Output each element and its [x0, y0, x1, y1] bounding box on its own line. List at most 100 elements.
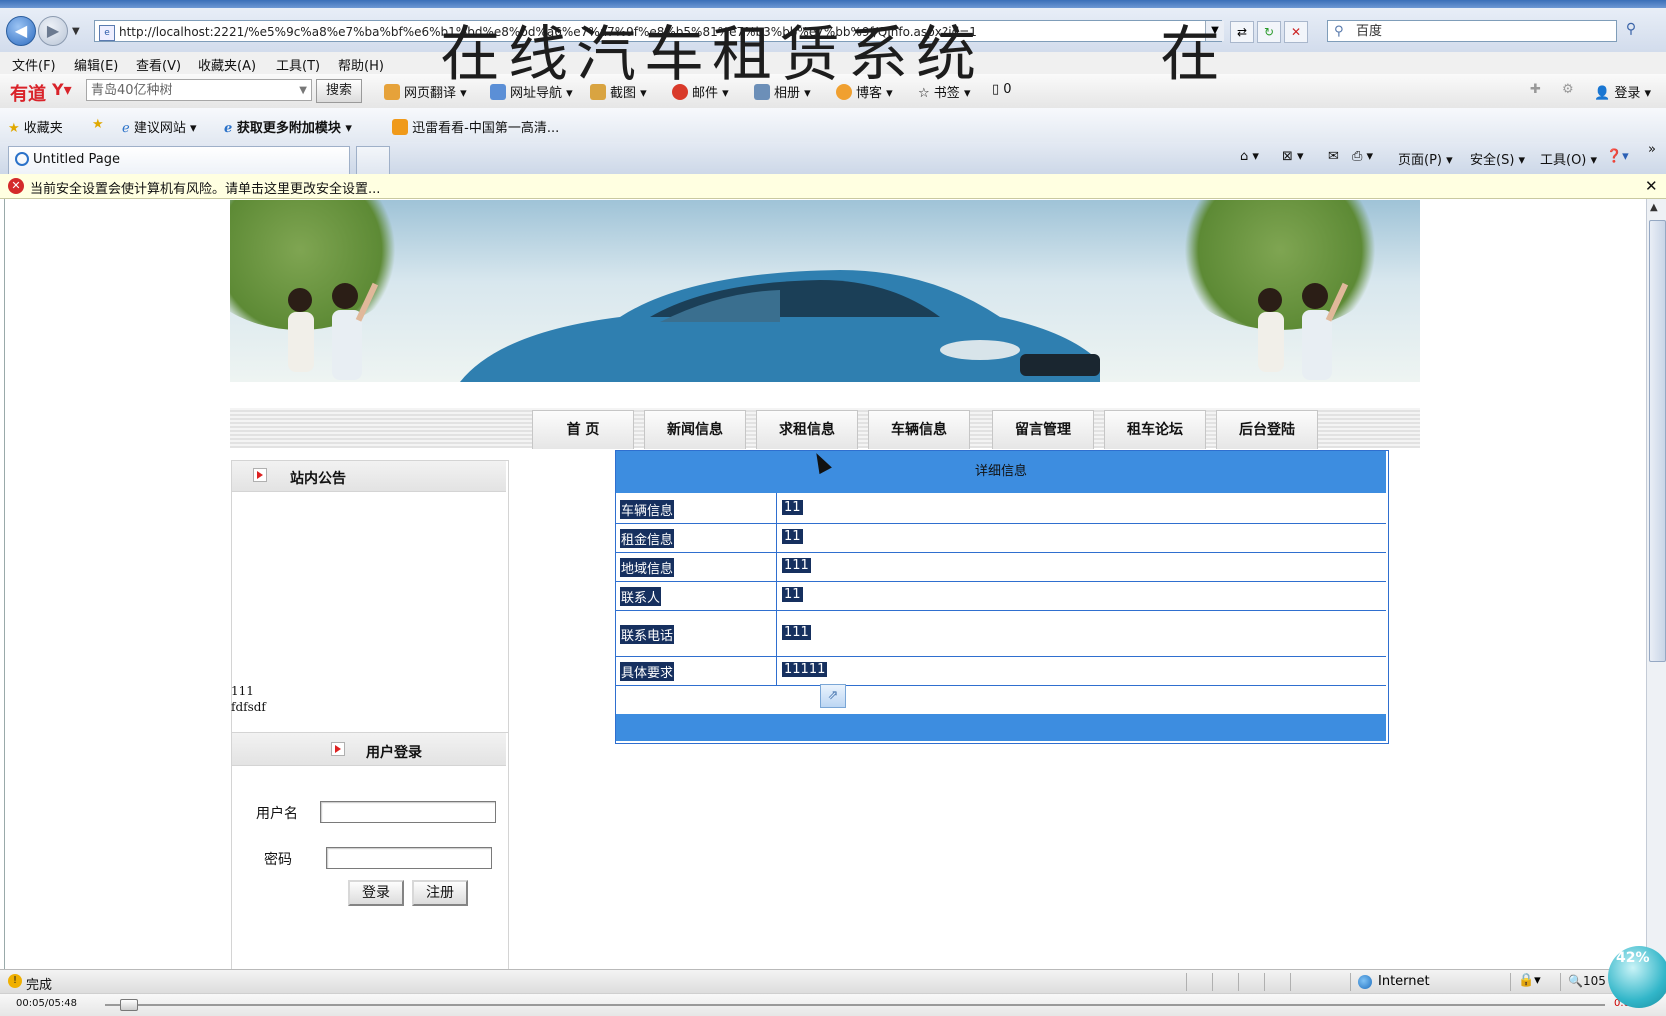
- favorites-bar: ★ 收藏夹 ★ ℯ 建议网站 ▾ ℯ 获取更多附加模块 ▾ 迅雷看看-中国第一高…: [0, 108, 1666, 143]
- youdao-search-input[interactable]: 青岛40亿种树 ▼: [86, 79, 312, 101]
- detail-table-header: 详细信息: [616, 451, 1386, 493]
- fav-suggested-sites[interactable]: ℯ 建议网站 ▾: [122, 117, 197, 136]
- menu-help[interactable]: 帮助(H): [338, 55, 384, 74]
- tab-untitled-page[interactable]: Untitled Page: [8, 146, 350, 174]
- status-divider: [1290, 973, 1291, 991]
- feeds-icon[interactable]: ⊠ ▾: [1282, 149, 1304, 164]
- tools-menu[interactable]: 工具(O) ▾: [1540, 149, 1597, 168]
- arrow-right-icon: [253, 468, 267, 482]
- fav-xunlei[interactable]: 迅雷看看-中国第一高清...: [392, 117, 559, 136]
- vehicle-info-label: 车辆信息: [620, 500, 675, 519]
- zoom-level[interactable]: 🔍105: [1568, 974, 1606, 988]
- stop-icon[interactable]: ✕: [1284, 21, 1308, 43]
- status-divider: [1350, 973, 1351, 991]
- phone-label: 联系电话: [620, 625, 675, 644]
- video-player-bar: 00:05/05:48 0.09K: [0, 993, 1666, 1016]
- security-zone: Internet: [1378, 974, 1430, 989]
- nav-admin-login[interactable]: 后台登陆: [1216, 410, 1318, 449]
- search-go-icon[interactable]: ⚲: [1620, 21, 1642, 41]
- search-input[interactable]: ⚲ 百度: [1327, 20, 1617, 42]
- ie-icon: [15, 152, 29, 166]
- nav-news[interactable]: 新闻信息: [644, 410, 746, 449]
- notice-item[interactable]: 111: [231, 684, 254, 698]
- add-icon[interactable]: ✚: [1530, 82, 1541, 97]
- information-bar[interactable]: ✕ 当前安全设置会使计算机有风险。请单击这里更改安全设置... ✕: [0, 174, 1666, 199]
- xunlei-icon: [392, 119, 408, 135]
- menu-file[interactable]: 文件(F): [12, 55, 56, 74]
- scroll-up-icon[interactable]: ▲: [1650, 202, 1658, 213]
- blue-car-image: [460, 270, 1100, 382]
- chevron-down-icon[interactable]: ▼: [299, 80, 307, 102]
- home-icon[interactable]: ⌂ ▾: [1240, 149, 1259, 164]
- requirements-value: 11111: [782, 662, 828, 677]
- youdao-search-button[interactable]: 搜索: [316, 79, 362, 103]
- banner-title: 在线汽车租赁系统: [440, 20, 984, 90]
- help-icon[interactable]: ❓▾: [1606, 149, 1629, 164]
- external-link-icon[interactable]: ⇗: [820, 684, 846, 708]
- add-favorite-icon[interactable]: ★: [92, 117, 104, 132]
- phone-value: 111: [782, 625, 811, 640]
- favorites-button[interactable]: ★ 收藏夹: [8, 117, 63, 136]
- login-title: 用户登录: [366, 745, 422, 761]
- family-photo: [1258, 282, 1349, 380]
- youdao-logo: 有道: [10, 84, 46, 105]
- username-input[interactable]: [320, 801, 496, 823]
- status-divider: [1238, 973, 1239, 991]
- back-button[interactable]: ◀: [6, 16, 36, 46]
- new-tab-button[interactable]: [356, 146, 390, 175]
- ie-icon: ℯ: [122, 121, 130, 136]
- password-label: 密码: [264, 852, 292, 868]
- youdao-y-icon[interactable]: Y▾: [52, 80, 80, 100]
- menu-view[interactable]: 查看(V): [136, 55, 181, 74]
- seek-handle[interactable]: [120, 999, 138, 1011]
- fav-xunlei-label: 迅雷看看-中国第一高清...: [412, 121, 560, 136]
- mail-icon[interactable]: ✉: [1328, 149, 1339, 164]
- counter-button[interactable]: ▯ 0: [992, 82, 1012, 97]
- fav-get-addons[interactable]: ℯ 获取更多附加模块 ▾: [224, 117, 352, 136]
- nav-rent-requests[interactable]: 求租信息: [756, 410, 858, 449]
- recent-pages-dropdown-icon[interactable]: ▼: [72, 26, 80, 37]
- status-divider: [1510, 973, 1511, 991]
- counter-label: 0: [1003, 82, 1012, 97]
- table-row: [616, 581, 1386, 611]
- more-chevron-icon[interactable]: »: [1648, 142, 1656, 157]
- close-icon[interactable]: ✕: [1645, 177, 1658, 195]
- search-icon: ⚲: [1334, 24, 1344, 39]
- nav-vehicles[interactable]: 车辆信息: [868, 410, 970, 449]
- menu-edit[interactable]: 编辑(E): [74, 55, 118, 74]
- gear-icon[interactable]: ⚙: [1562, 82, 1574, 97]
- protected-mode-icon[interactable]: 🔒▾: [1518, 973, 1541, 988]
- print-icon[interactable]: ⎙ ▾: [1352, 149, 1373, 164]
- safety-menu[interactable]: 安全(S) ▾: [1470, 149, 1525, 168]
- compatibility-view-icon[interactable]: ⇄: [1230, 21, 1254, 43]
- register-button[interactable]: 注册: [412, 880, 468, 906]
- login-button[interactable]: 登录: [348, 880, 404, 906]
- info-bar-text[interactable]: 当前安全设置会使计算机有风险。请单击这里更改安全设置...: [30, 178, 380, 197]
- ie-icon: ℯ: [224, 121, 233, 136]
- table-row: [616, 523, 1386, 553]
- nav-home[interactable]: 首 页: [532, 410, 634, 449]
- page-menu[interactable]: 页面(P) ▾: [1398, 149, 1453, 168]
- forward-button[interactable]: ▶: [38, 16, 68, 46]
- status-bar: ! 完成 Internet 🔒▾ 🔍105: [0, 969, 1666, 994]
- star-icon: ★: [8, 121, 20, 136]
- password-input[interactable]: [326, 847, 492, 869]
- notice-item[interactable]: fdfsdf: [231, 700, 266, 714]
- scrollbar-thumb[interactable]: [1649, 220, 1666, 662]
- nav-forum[interactable]: 租车论坛: [1104, 410, 1206, 449]
- table-row: [616, 656, 1386, 686]
- seek-track[interactable]: [105, 1004, 1605, 1006]
- floating-accelerator-ball[interactable]: 42%: [1608, 946, 1666, 1008]
- requirements-label: 具体要求: [620, 662, 675, 681]
- translate-icon: [384, 84, 400, 100]
- refresh-icon[interactable]: ↻: [1257, 21, 1281, 43]
- playback-time: 00:05/05:48: [16, 998, 78, 1009]
- menu-favorites[interactable]: 收藏夹(A): [198, 55, 256, 74]
- youdao-search-value: 青岛40亿种树: [91, 83, 173, 98]
- safety-menu-label: 安全(S): [1470, 153, 1515, 168]
- nav-messages[interactable]: 留言管理: [992, 410, 1094, 449]
- contact-value: 11: [782, 587, 803, 602]
- notice-panel: [231, 460, 509, 734]
- menu-tools[interactable]: 工具(T): [276, 55, 320, 74]
- youdao-login-button[interactable]: 👤 登录 ▾: [1594, 82, 1651, 101]
